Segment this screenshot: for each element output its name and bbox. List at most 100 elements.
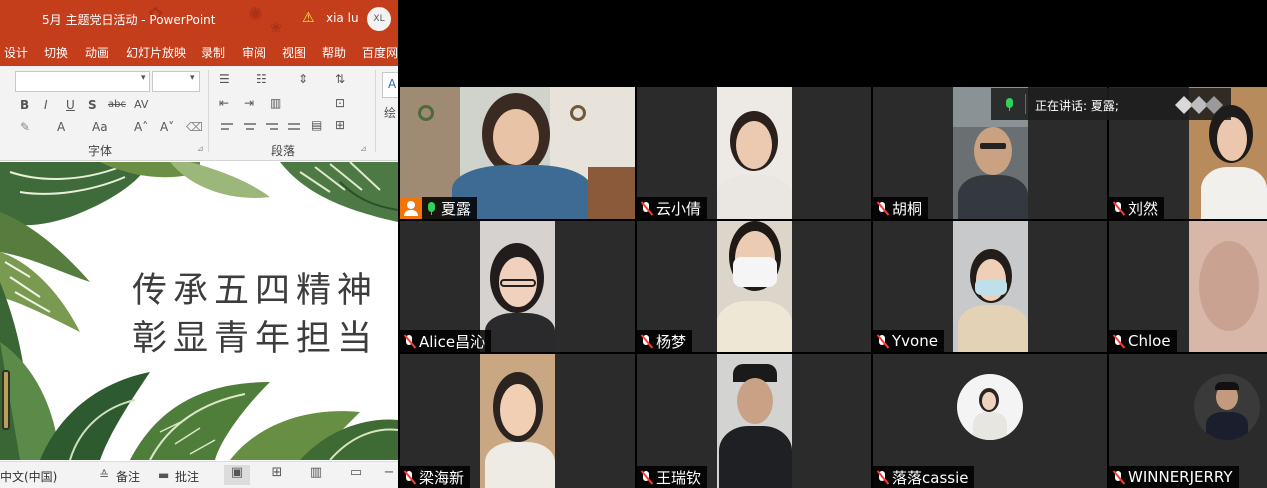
tab-view[interactable]: 视图	[282, 44, 306, 61]
bold-button[interactable]: B	[20, 98, 29, 112]
slide-title-line2: 彰显青年担当	[132, 319, 379, 359]
participant-tile[interactable]: 杨梦	[637, 221, 871, 352]
account-name[interactable]: xia lu	[326, 11, 359, 25]
warning-icon[interactable]: ⚠	[302, 10, 315, 26]
decrease-indent-icon[interactable]: ⇤	[219, 96, 229, 110]
participant-tile[interactable]: 王瑞钦	[637, 354, 871, 488]
title-bar-pattern: ❀	[270, 20, 282, 36]
window-title: 5月 主题党日活动 - PowerPoint	[42, 13, 216, 27]
video-feed	[717, 221, 792, 352]
textbox-icon[interactable]: A	[388, 77, 396, 91]
participant-tile[interactable]: Yvone	[873, 221, 1107, 352]
participant-tile[interactable]: 云小倩	[637, 87, 871, 219]
normal-view-button[interactable]: ▣	[224, 465, 250, 485]
align-right-icon[interactable]	[266, 123, 278, 125]
divider	[1025, 94, 1026, 114]
change-case-button[interactable]: Aa	[92, 120, 108, 134]
dialog-launcher-icon[interactable]: ⊿	[197, 144, 204, 153]
participant-name-label: 梁海新	[400, 466, 471, 488]
tab-design[interactable]: 设计	[4, 44, 28, 61]
grow-font-button[interactable]: A˄	[134, 120, 148, 134]
microphone-muted-icon	[876, 201, 889, 216]
microphone-muted-icon	[403, 470, 416, 485]
screen: ✿ ✺ ❀ 5月 主题党日活动 - PowerPoint ⚠ xia lu XL…	[0, 0, 1267, 488]
participant-tile[interactable]: 梁海新	[400, 354, 635, 488]
powerpoint-window: ✿ ✺ ❀ 5月 主题党日活动 - PowerPoint ⚠ xia lu XL…	[0, 0, 398, 488]
distributed-icon[interactable]: ▤	[311, 118, 322, 132]
tab-slideshow[interactable]: 幻灯片放映	[126, 44, 186, 61]
profile-avatar	[1194, 374, 1260, 440]
clear-format-icon[interactable]: ⌫	[186, 120, 203, 134]
shadow-button[interactable]: S	[88, 98, 97, 112]
participant-name-label: 刘然	[1109, 197, 1165, 219]
participant-name: 杨梦	[656, 332, 687, 351]
justify-icon[interactable]	[288, 128, 300, 130]
zoom-out-button[interactable]: −	[376, 465, 398, 485]
align-left-icon[interactable]	[221, 128, 229, 130]
participant-name-label: Yvone	[873, 330, 944, 352]
notes-icon[interactable]: ≙	[99, 468, 109, 482]
line-spacing-icon[interactable]: ⇕	[298, 72, 308, 86]
microphone-muted-icon	[403, 334, 416, 349]
align-right-icon[interactable]	[270, 128, 278, 130]
microphone-muted-icon	[1112, 201, 1125, 216]
tab-help[interactable]: 帮助	[322, 44, 346, 61]
participant-name: 王瑞钦	[656, 468, 702, 487]
scrollbar-handle[interactable]	[2, 370, 10, 430]
underline-button[interactable]: U	[66, 98, 75, 112]
numbering-icon[interactable]: ☷	[256, 72, 267, 86]
columns-icon[interactable]: ▥	[270, 96, 281, 110]
shrink-font-button[interactable]: A˅	[160, 120, 174, 134]
draw-label: 绘	[384, 106, 397, 120]
chevron-down-icon[interactable]: ▾	[141, 73, 146, 83]
italic-button[interactable]: I	[44, 98, 48, 112]
justify-icon[interactable]	[288, 123, 300, 125]
align-center-icon[interactable]	[244, 123, 256, 125]
participant-tile[interactable]: Chloe	[1109, 221, 1267, 352]
align-center-icon[interactable]	[246, 128, 254, 130]
participant-tile[interactable]: 夏露	[400, 87, 635, 219]
text-direction-icon[interactable]: ⇅	[335, 72, 345, 86]
reading-view-button[interactable]: ▥	[303, 465, 329, 485]
video-feed	[1189, 221, 1267, 352]
align-left-icon[interactable]	[221, 123, 233, 125]
bullets-icon[interactable]: ☰	[219, 72, 230, 86]
language-indicator[interactable]: 中文(中国)	[0, 468, 57, 485]
tab-animations[interactable]: 动画	[85, 44, 109, 61]
dialog-launcher-icon[interactable]: ⊿	[360, 144, 367, 153]
font-name-select[interactable]	[15, 71, 150, 92]
account-avatar[interactable]: XL	[367, 7, 391, 31]
tab-transitions[interactable]: 切换	[44, 44, 68, 61]
participant-tile[interactable]: Alice昌沁	[400, 221, 635, 352]
font-color-button[interactable]: A	[57, 120, 65, 134]
character-spacing-button[interactable]: AV	[134, 98, 148, 111]
slideshow-button[interactable]: ▭	[343, 465, 369, 485]
participant-tile[interactable]: WINNERJERRY	[1109, 354, 1267, 488]
view-toggle-icon[interactable]	[1175, 96, 1225, 114]
participant-name-label: 王瑞钦	[637, 466, 708, 488]
participant-tile[interactable]: 落落cassie	[873, 354, 1107, 488]
comments-icon[interactable]: ▬	[158, 468, 169, 482]
tab-record[interactable]: 录制	[201, 44, 225, 61]
notes-button[interactable]: 备注	[116, 468, 140, 485]
align-text-icon[interactable]: ⊡	[335, 96, 345, 110]
chevron-down-icon[interactable]: ▾	[190, 73, 195, 83]
slide-canvas[interactable]: 传承五四精神 彰显青年担当	[0, 162, 398, 460]
tab-baidu[interactable]: 百度网	[362, 44, 398, 61]
participant-name-label: Chloe	[1109, 330, 1177, 352]
strikethrough-button[interactable]: abc	[108, 99, 126, 110]
title-bar: ✿ ✺ ❀ 5月 主题党日活动 - PowerPoint ⚠ xia lu XL	[0, 0, 398, 40]
increase-indent-icon[interactable]: ⇥	[244, 96, 254, 110]
microphone-muted-icon	[876, 334, 889, 349]
participant-name: Alice昌沁	[419, 332, 486, 351]
profile-avatar	[957, 374, 1023, 440]
eraser-icon[interactable]: ✎	[20, 120, 30, 134]
participant-name-label: 落落cassie	[873, 466, 975, 488]
slide-sorter-button[interactable]: ⊞	[264, 465, 290, 485]
video-feed	[953, 221, 1028, 352]
host-icon	[400, 197, 422, 219]
comments-button[interactable]: 批注	[175, 468, 199, 485]
smartart-icon[interactable]: ⊞	[335, 118, 345, 132]
tab-review[interactable]: 审阅	[242, 44, 266, 61]
microphone-on-icon	[426, 201, 437, 216]
